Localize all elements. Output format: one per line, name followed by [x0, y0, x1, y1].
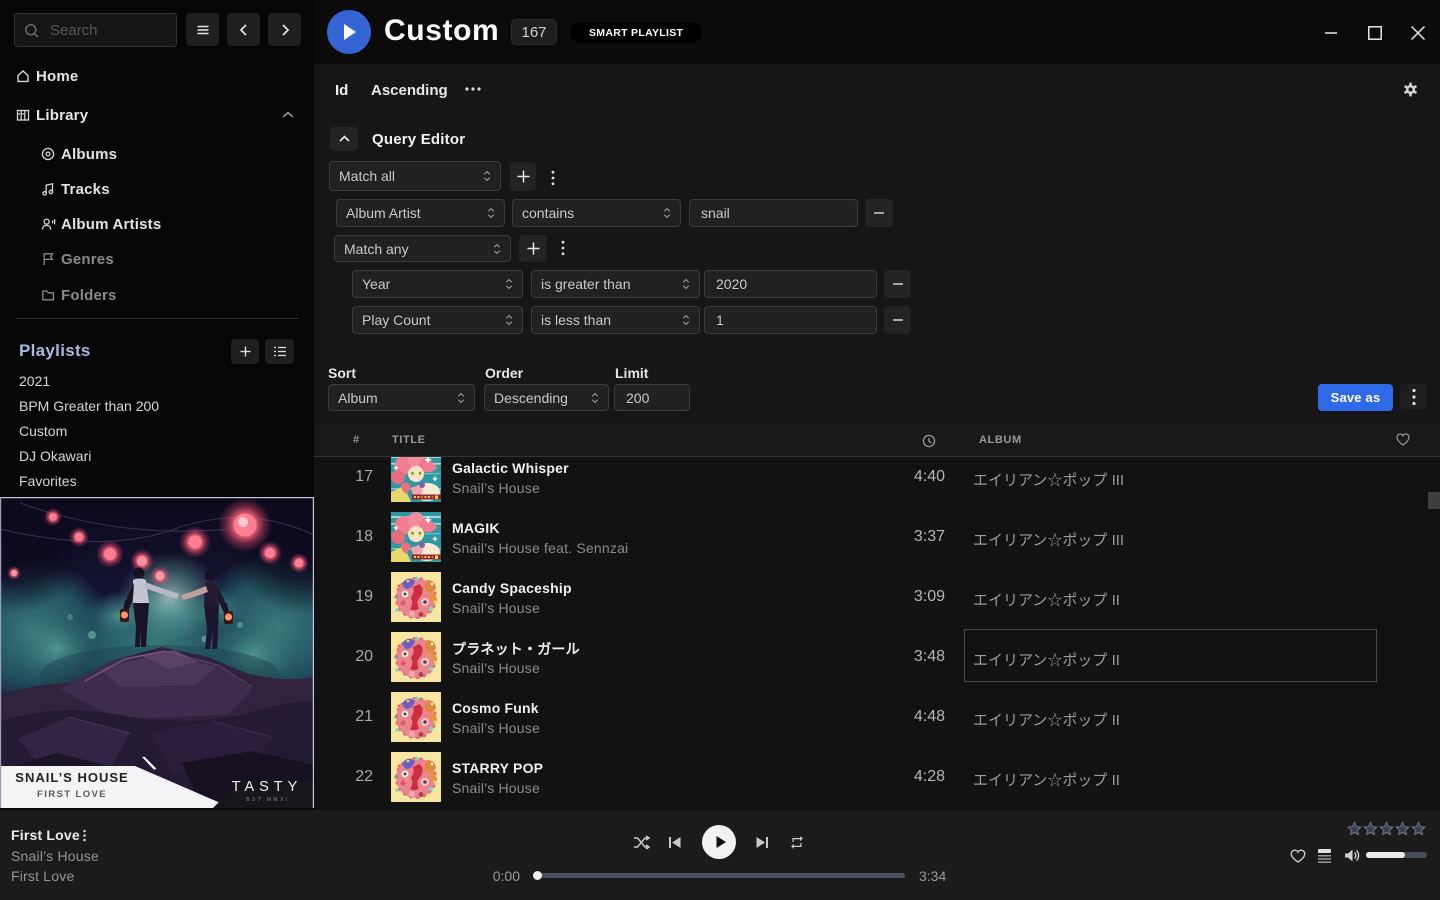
svg-text:TASTY: TASTY [232, 779, 303, 795]
svg-text:BST.MMXI: BST.MMXI [246, 797, 290, 803]
svg-text:SNAIL’S HOUSE: SNAIL’S HOUSE [15, 770, 128, 785]
svg-text:FIRST LOVE: FIRST LOVE [37, 789, 107, 800]
